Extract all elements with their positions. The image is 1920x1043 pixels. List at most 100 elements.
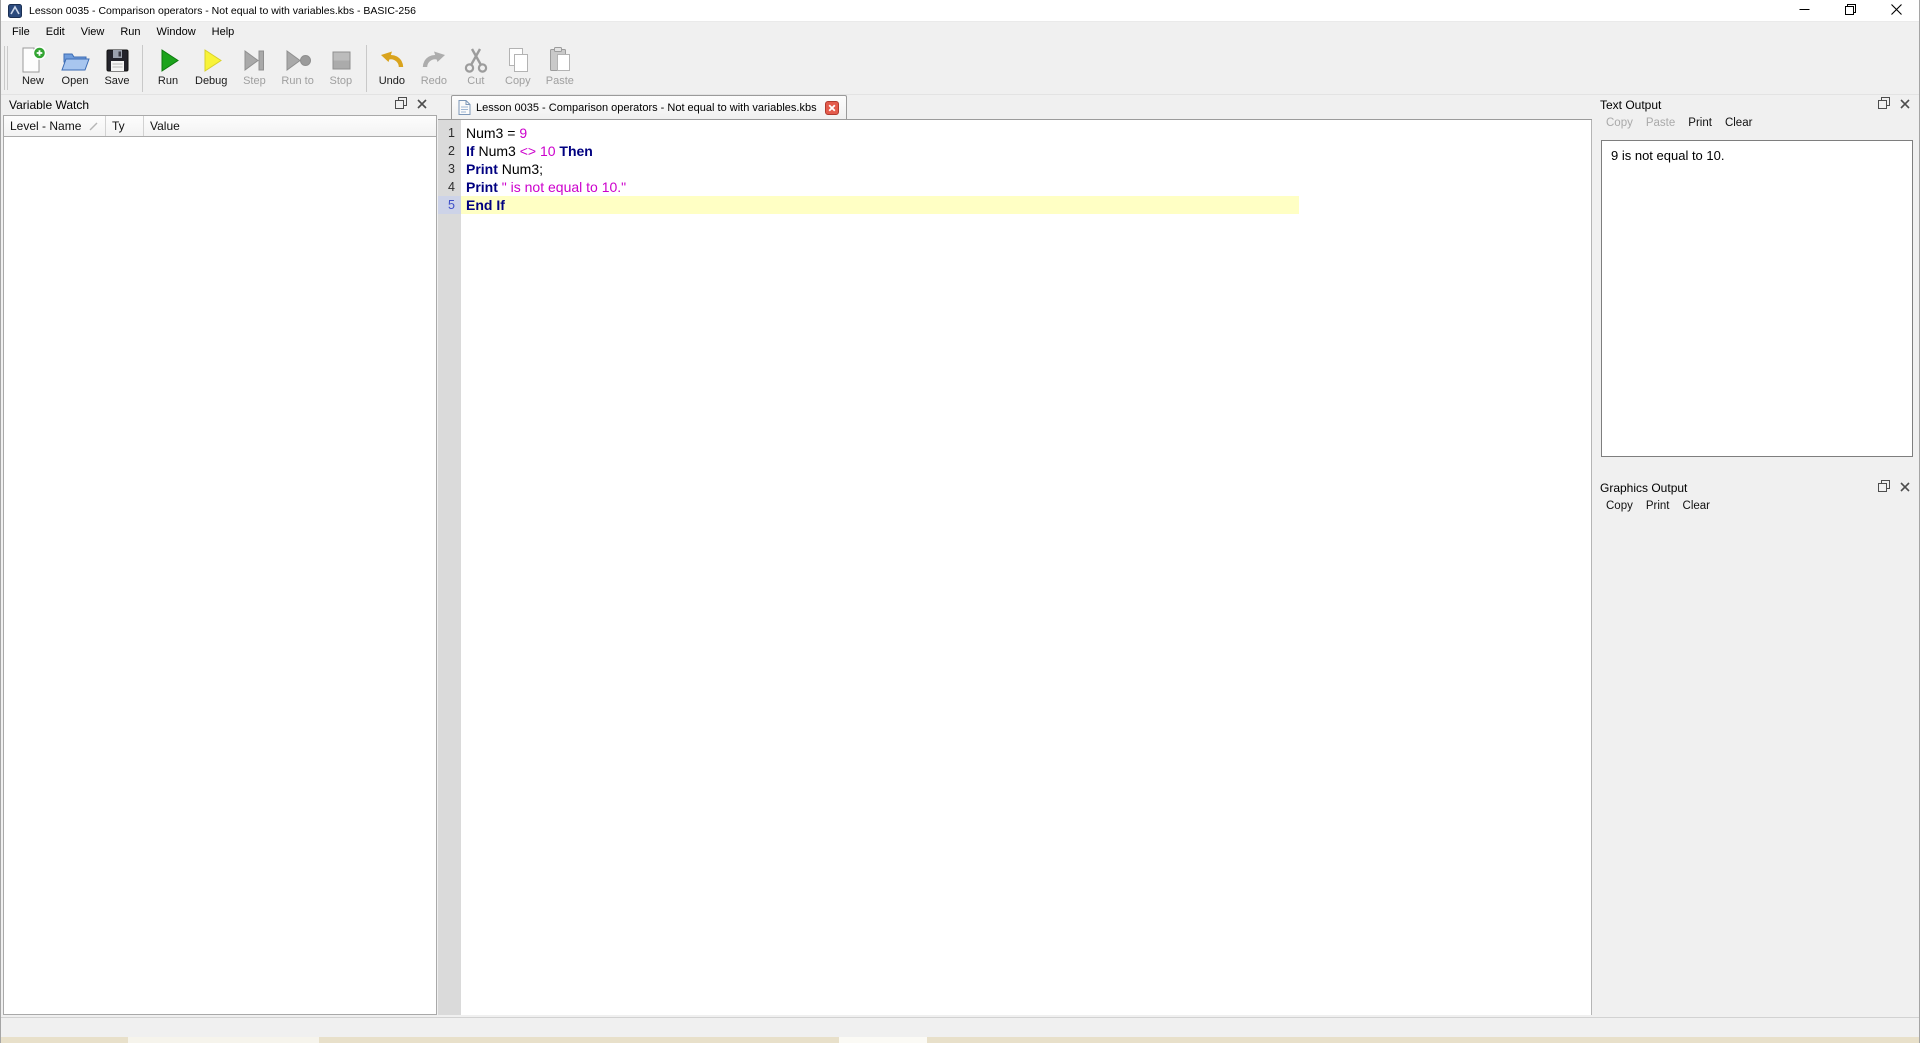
text-output-copy-button[interactable]: Copy (1606, 117, 1633, 129)
toolbar-button-label: Debug (195, 75, 228, 87)
code-segment-literal: 10 (539, 143, 556, 159)
menu-run[interactable]: Run (112, 22, 148, 42)
close-icon (1900, 96, 1910, 114)
close-icon (417, 96, 427, 114)
code-text-area[interactable]: Num3 = 9 If Num3 <> 10 Then Print Num3; Pri… (461, 120, 1591, 1015)
step-icon (239, 45, 269, 75)
toolbar-button-copy[interactable]: Copy (497, 44, 539, 87)
menu-edit[interactable]: Edit (38, 22, 73, 42)
line-number-gutter: 1 2 3 4 5 (438, 120, 461, 1015)
float-panel-button[interactable] (395, 96, 407, 114)
toolbar-button-label: New (21, 75, 44, 87)
code-segment-plain: Num3 (474, 143, 520, 159)
menu-file[interactable]: File (4, 22, 38, 42)
text-output-box[interactable]: 9 is not equal to 10. (1601, 140, 1913, 457)
code-segment-plain: Num3; (497, 161, 544, 177)
graphics-output-print-button[interactable]: Print (1646, 500, 1670, 512)
variable-watch-list[interactable] (4, 137, 436, 1014)
code-line-1[interactable]: Num3 = 9 (461, 124, 1591, 142)
toolbar-button-redo[interactable]: Redo (413, 44, 455, 87)
toolbar-button-step[interactable]: Step (233, 44, 275, 87)
toolbar-button-save[interactable]: Save (96, 44, 138, 87)
document-icon (458, 100, 471, 115)
text-output-clear-button[interactable]: Clear (1725, 117, 1752, 129)
stop-icon (326, 45, 356, 75)
toolbar-button-label: Open (61, 75, 89, 87)
toolbar-separator (365, 45, 367, 92)
code-editor[interactable]: 12345 Num3 = 9 If Num3 <> 10 Then Print Nu… (438, 120, 1592, 1015)
text-output-print-button[interactable]: Print (1688, 117, 1712, 129)
line-number: 5 (438, 196, 461, 214)
run-to-icon (283, 45, 313, 75)
toolbar-drag-handle[interactable] (4, 46, 9, 90)
background-window-strip (839, 1037, 927, 1043)
menu-window[interactable]: Window (149, 22, 204, 42)
text-output-paste-button[interactable]: Paste (1646, 117, 1675, 129)
code-line-5[interactable]: End If (461, 196, 1299, 214)
graphics-output-clear-button[interactable]: Clear (1683, 500, 1710, 512)
menu-view[interactable]: View (73, 22, 113, 42)
toolbar-button-run-to[interactable]: Run to (275, 44, 319, 87)
redo-icon (419, 45, 449, 75)
float-icon (395, 96, 407, 114)
toolbar-button-label: Run (157, 75, 179, 87)
code-segment-literal: 9 (519, 125, 528, 141)
save-floppy-icon (102, 45, 132, 75)
column-header-type[interactable]: Ty (106, 116, 144, 136)
float-panel-button[interactable] (1878, 479, 1890, 497)
toolbar-button-undo[interactable]: Undo (371, 44, 413, 87)
toolbar-button-debug[interactable]: Debug (189, 44, 233, 87)
toolbar-button-new[interactable]: New (12, 44, 54, 87)
close-panel-button[interactable] (1900, 479, 1910, 497)
toolbar-button-label: Copy (505, 75, 531, 87)
variable-watch-panel: Variable Watch Level - Name Ty Value (1, 95, 438, 1017)
close-panel-button[interactable] (1900, 96, 1910, 114)
toolbar-button-label: Step (243, 75, 266, 87)
minimize-button[interactable] (1781, 0, 1827, 21)
close-panel-button[interactable] (417, 96, 427, 114)
toolbar: New Open Save Run Debug Step Run to Stop Undo Red… (1, 42, 1919, 95)
close-button[interactable] (1873, 0, 1919, 21)
run-icon (153, 45, 183, 75)
menu-bar: File Edit View Run Window Help (1, 22, 1919, 42)
editor-tab[interactable]: Lesson 0035 - Comparison operators - Not… (451, 95, 847, 119)
code-line-3[interactable]: Print Num3; (461, 160, 1591, 178)
debug-icon (196, 45, 226, 75)
copy-icon (503, 45, 533, 75)
code-segment-keyword: If (466, 143, 475, 159)
menu-help[interactable]: Help (204, 22, 243, 42)
toolbar-button-stop[interactable]: Stop (320, 44, 362, 87)
code-line-2[interactable]: If Num3 <> 10 Then (461, 142, 1591, 160)
line-number: 3 (448, 162, 455, 176)
toolbar-separator (142, 45, 143, 92)
background-window-strip (128, 1037, 319, 1043)
toolbar-button-run[interactable]: Run (147, 44, 189, 87)
graphics-output-toolbar: Copy Print Clear (1606, 500, 1710, 512)
toolbar-button-label: Stop (329, 75, 353, 87)
restore-icon (1844, 2, 1856, 20)
background-window-strip (1, 1037, 1919, 1043)
toolbar-button-paste[interactable]: Paste (539, 44, 581, 87)
toolbar-button-cut[interactable]: Cut (455, 44, 497, 87)
window-title: Lesson 0035 - Comparison operators - Not… (29, 4, 416, 17)
close-icon (1900, 479, 1910, 497)
column-header-level-name[interactable]: Level - Name (4, 116, 106, 136)
graphics-output-copy-button[interactable]: Copy (1606, 500, 1633, 512)
line-number: 4 (448, 180, 455, 194)
code-segment-keyword: Then (559, 143, 593, 159)
column-header-value[interactable]: Value (144, 116, 436, 136)
undo-icon (377, 45, 407, 75)
code-segment-plain: Num3 = (466, 125, 520, 141)
toolbar-button-open[interactable]: Open (54, 44, 96, 87)
code-segment-literal: <> (519, 143, 537, 159)
toolbar-button-label: Save (104, 75, 130, 87)
editor-tab-bar: Lesson 0035 - Comparison operators - Not… (438, 95, 1592, 120)
open-folder-icon (60, 45, 90, 75)
float-panel-button[interactable] (1878, 96, 1890, 114)
code-line-4[interactable]: Print " is not equal to 10." (461, 178, 1591, 196)
restore-button[interactable] (1827, 0, 1873, 21)
toolbar-button-label: Cut (467, 75, 485, 87)
code-segment-keyword: Print (466, 161, 498, 177)
tab-close-button[interactable] (824, 100, 839, 115)
window-controls (1781, 0, 1919, 21)
